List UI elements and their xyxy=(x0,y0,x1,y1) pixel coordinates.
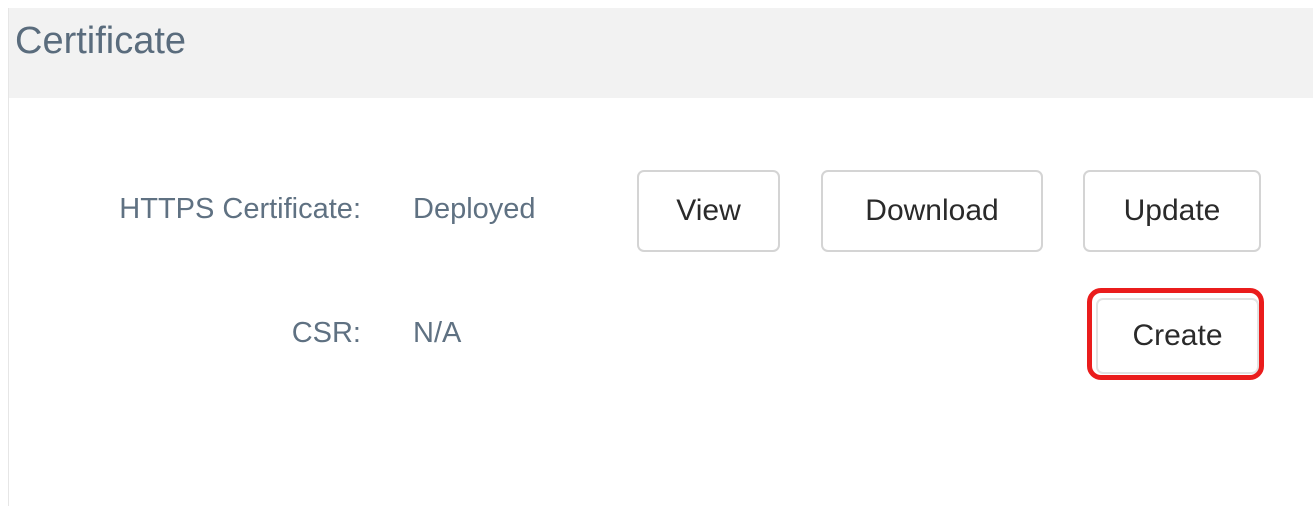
csr-status: N/A xyxy=(413,317,462,349)
update-button[interactable]: Update xyxy=(1083,170,1261,252)
panel-header: Certificate xyxy=(9,8,1313,98)
csr-label: CSR: xyxy=(291,317,361,349)
panel-title: Certificate xyxy=(15,20,187,62)
panel-body: HTTPS Certificate: Deployed View Downloa… xyxy=(9,98,1313,506)
page-background: Certificate HTTPS Certificate: Deployed … xyxy=(0,0,1313,506)
create-button[interactable]: Create xyxy=(1096,298,1259,374)
certificate-panel: Certificate HTTPS Certificate: Deployed … xyxy=(8,8,1313,506)
download-button[interactable]: Download xyxy=(821,170,1043,252)
view-button[interactable]: View xyxy=(637,170,780,252)
https-certificate-status: Deployed xyxy=(413,193,536,225)
https-certificate-label: HTTPS Certificate: xyxy=(119,193,361,225)
